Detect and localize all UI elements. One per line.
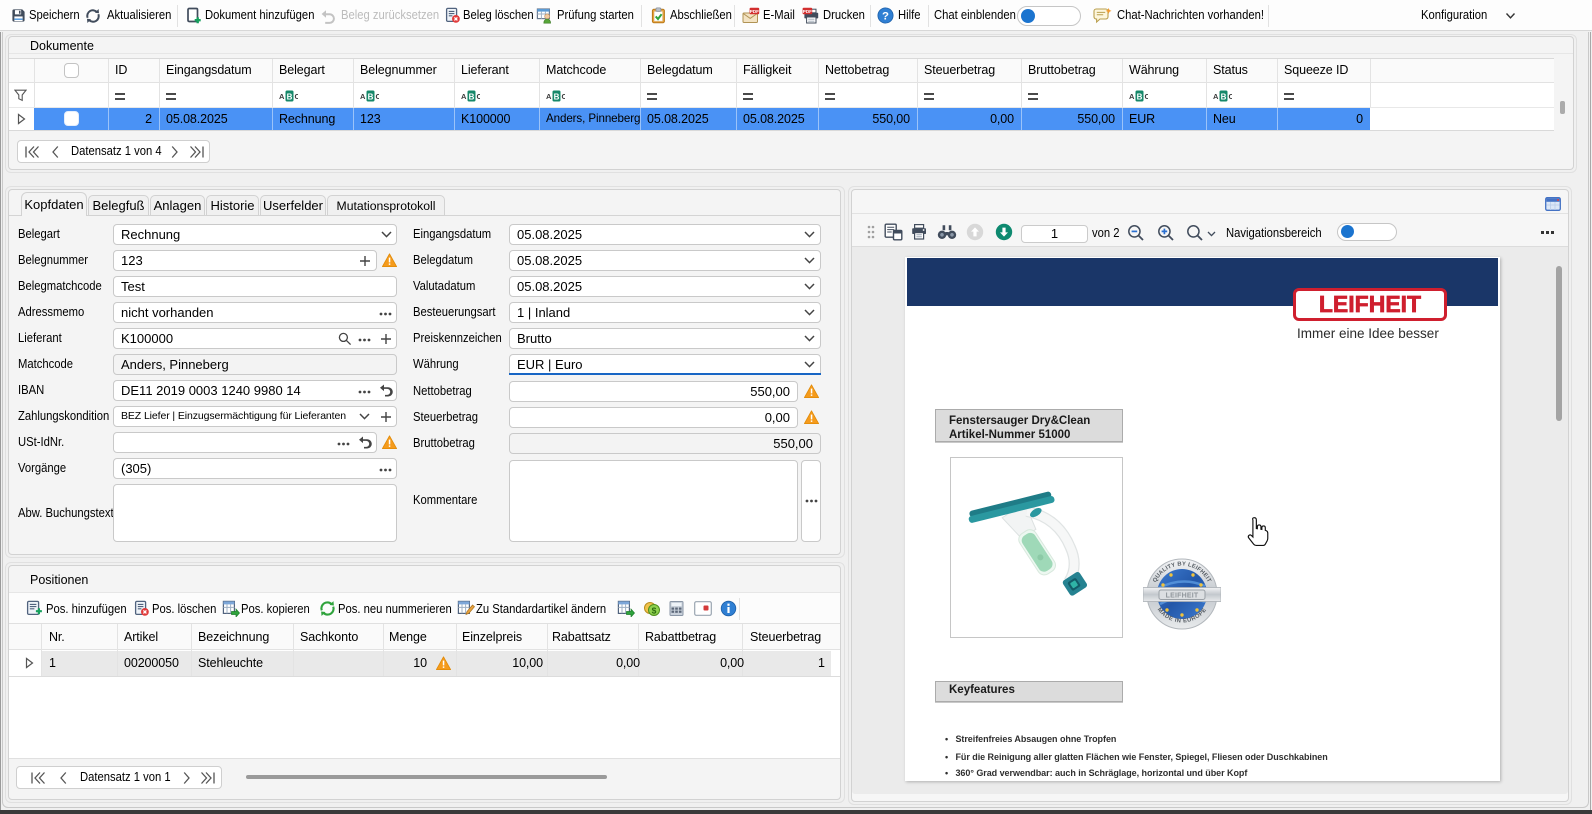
svg-text:PDF: PDF — [750, 9, 759, 14]
svg-text:?: ? — [882, 11, 889, 23]
svg-text:PDF: PDF — [803, 9, 812, 14]
svg-text:LEIFHEIT: LEIFHEIT — [1166, 592, 1199, 599]
svg-text:$: $ — [652, 605, 657, 615]
